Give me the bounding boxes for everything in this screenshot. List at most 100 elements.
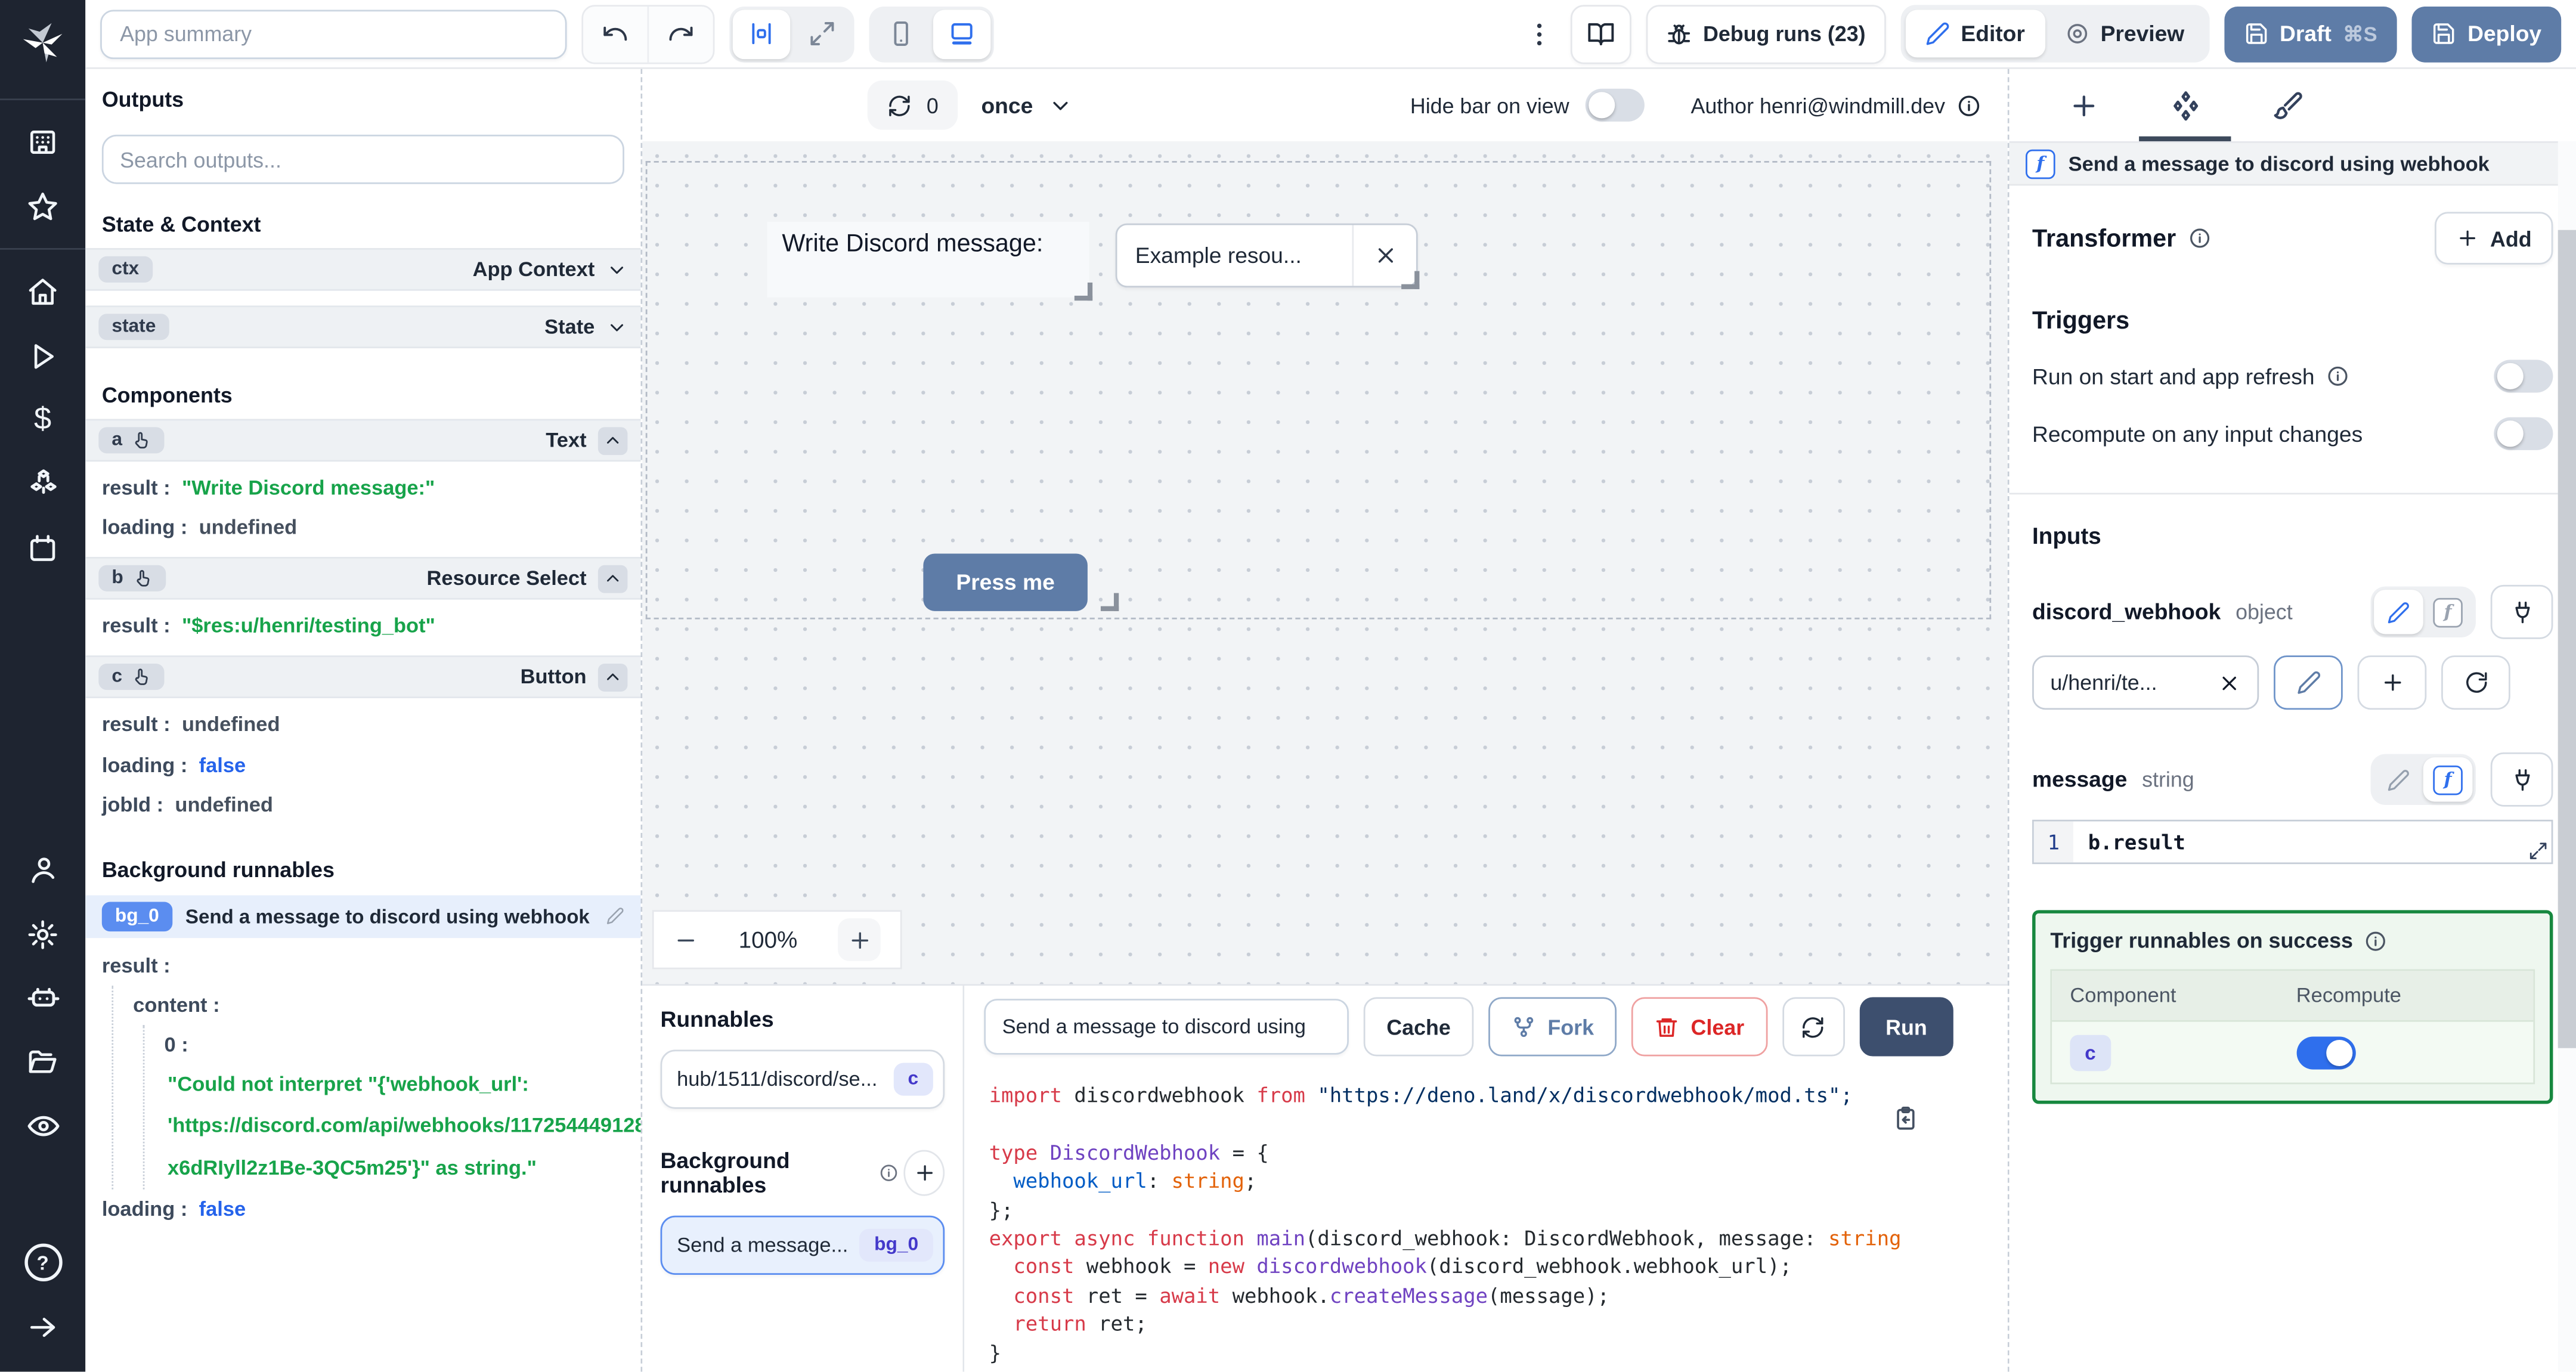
hide-bar-toggle[interactable] (1586, 88, 1645, 122)
eval-mode-function-button[interactable]: f (2423, 757, 2473, 802)
scrollbar-thumb[interactable] (2558, 230, 2576, 1048)
zoom-out-button[interactable] (674, 927, 698, 952)
chevron-up-icon[interactable] (597, 663, 628, 692)
static-mode-pencil-button[interactable] (2374, 590, 2423, 634)
connect-plug-button[interactable] (2490, 752, 2553, 807)
variables-dollar-icon[interactable]: $ (0, 388, 85, 451)
schedules-calendar-icon[interactable] (0, 516, 85, 580)
static-mode-pencil-button[interactable] (2374, 757, 2423, 801)
bg0-error-line: 'https://discord.com/api/webhooks/117254… (168, 1114, 643, 1138)
clear-x-icon[interactable] (2218, 671, 2241, 694)
recompute-c-toggle[interactable] (2296, 1036, 2355, 1069)
favorites-star-icon[interactable] (0, 174, 85, 238)
app-grid-frame[interactable]: Write Discord message: Example resou... … (645, 160, 1992, 620)
tab-styling-brush[interactable] (2236, 69, 2338, 141)
zoom-in-button[interactable] (838, 918, 881, 961)
resource-picker-select[interactable]: u/henri/te... (2032, 655, 2259, 710)
component-c-header[interactable]: c Button (85, 656, 641, 699)
audit-eye-icon[interactable] (0, 1094, 85, 1158)
redo-button[interactable] (647, 5, 713, 62)
edit-resource-button[interactable] (2274, 655, 2343, 710)
refresh-count-pill[interactable]: 0 (867, 80, 958, 130)
bg0-name: Send a message to discord using webhook (185, 905, 590, 928)
resize-handle[interactable] (1074, 282, 1093, 301)
home-icon[interactable] (0, 259, 85, 323)
recompute-toggle[interactable] (2494, 417, 2553, 450)
resources-boxes-icon[interactable] (0, 452, 85, 516)
undo-button[interactable] (583, 6, 647, 62)
expand-editor-icon[interactable] (2528, 841, 2548, 861)
run-on-start-toggle[interactable] (2494, 360, 2553, 393)
users-icon[interactable] (0, 838, 85, 902)
collapse-sidebar-arrow-icon[interactable] (0, 1294, 85, 1358)
tab-insert-component[interactable] (2032, 69, 2134, 141)
runnable-item-c[interactable]: hub/1511/discord/se... c (660, 1049, 945, 1109)
docs-button[interactable] (1569, 4, 1631, 64)
message-expression-value: b.result (2088, 830, 2185, 854)
fork-button[interactable]: Fork (1488, 997, 1617, 1057)
folders-icon[interactable] (0, 1030, 85, 1094)
tab-component-settings[interactable] (2134, 69, 2236, 141)
bg0-runnable-row[interactable]: bg_0 Send a message to discord using web… (85, 894, 641, 938)
runnable-name-input[interactable] (984, 999, 1349, 1055)
right-panel-scrollbar[interactable] (2558, 141, 2576, 1372)
hand-pointer-icon (133, 569, 153, 589)
component-a-header[interactable]: a Text (85, 419, 641, 462)
resize-handle[interactable] (1100, 593, 1119, 611)
eval-mode-function-button[interactable]: f (2423, 590, 2473, 634)
windmill-logo-icon[interactable] (21, 21, 64, 72)
component-b-header[interactable]: b Resource Select (85, 557, 641, 600)
state-row[interactable]: state State (85, 305, 641, 349)
tab-editor[interactable]: Editor (1905, 10, 2045, 58)
chevron-up-icon[interactable] (597, 565, 628, 593)
search-outputs-input[interactable] (101, 134, 624, 184)
cache-button[interactable]: Cache (1363, 997, 1474, 1057)
clear-button[interactable]: Clear (1631, 997, 1767, 1057)
runnables-title: Runnables (660, 1006, 774, 1032)
draft-button[interactable]: Draft ⌘S (2224, 5, 2397, 62)
mobile-view-button[interactable] (872, 9, 930, 58)
edit-pencil-icon[interactable] (606, 908, 624, 925)
deploy-button[interactable]: Deploy (2411, 5, 2562, 62)
chevron-up-icon[interactable] (597, 426, 628, 454)
connect-plug-button[interactable] (2490, 584, 2553, 639)
add-resource-button[interactable] (2357, 655, 2427, 710)
copy-clipboard-icon[interactable] (1893, 1105, 1919, 1132)
reload-button[interactable] (1782, 997, 1845, 1057)
chevron-down-icon[interactable] (606, 316, 628, 337)
text-component-widget[interactable]: Write Discord message: (767, 221, 1093, 301)
fullwidth-layout-button[interactable] (794, 9, 851, 58)
press-me-button-widget[interactable]: Press me (923, 553, 1088, 611)
author-label: Author henri@windmill.dev (1690, 93, 1981, 117)
settings-gear-icon[interactable] (0, 902, 85, 966)
info-icon[interactable] (1956, 93, 1981, 117)
app-canvas[interactable]: Write Discord message: Example resou... … (642, 141, 2008, 984)
refresh-resource-button[interactable] (2441, 655, 2510, 710)
more-options-kebab-icon[interactable] (1522, 19, 1555, 49)
run-button[interactable]: Run (1859, 997, 1953, 1057)
help-icon[interactable]: ? (0, 1231, 85, 1294)
desktop-view-button[interactable] (933, 9, 991, 58)
git-fork-icon (1512, 1014, 1536, 1039)
success-box-title: Trigger runnables on success (2050, 928, 2353, 953)
runs-play-icon[interactable] (0, 324, 85, 388)
resize-handle[interactable] (1401, 271, 1420, 289)
resource-select-widget[interactable]: Example resou... (1115, 223, 1420, 289)
app-summary-input[interactable] (100, 9, 567, 58)
add-background-runnable-button[interactable] (903, 1150, 945, 1196)
add-transformer-button[interactable]: Add (2434, 212, 2553, 265)
debug-runs-button[interactable]: Debug runs (23) (1645, 4, 1885, 64)
pencil-icon (1925, 21, 1949, 46)
workers-robot-icon[interactable] (0, 966, 85, 1030)
chevron-down-icon[interactable] (606, 259, 628, 280)
device-toggle-group (869, 5, 994, 62)
ctx-row[interactable]: ctx App Context (85, 248, 641, 291)
message-expression-editor[interactable]: 1 b.result (2032, 819, 2553, 865)
tab-preview[interactable]: Preview (2045, 10, 2204, 58)
workspace-icon[interactable] (0, 110, 85, 174)
field1-type: object (2236, 599, 2293, 624)
runnable-item-bg0[interactable]: Send a message... bg_0 (660, 1215, 945, 1275)
code-editor-area[interactable]: import discordwebhook from "https://deno… (964, 1067, 2008, 1372)
refresh-mode-dropdown[interactable]: once (981, 93, 1072, 117)
center-layout-button[interactable] (732, 9, 791, 58)
